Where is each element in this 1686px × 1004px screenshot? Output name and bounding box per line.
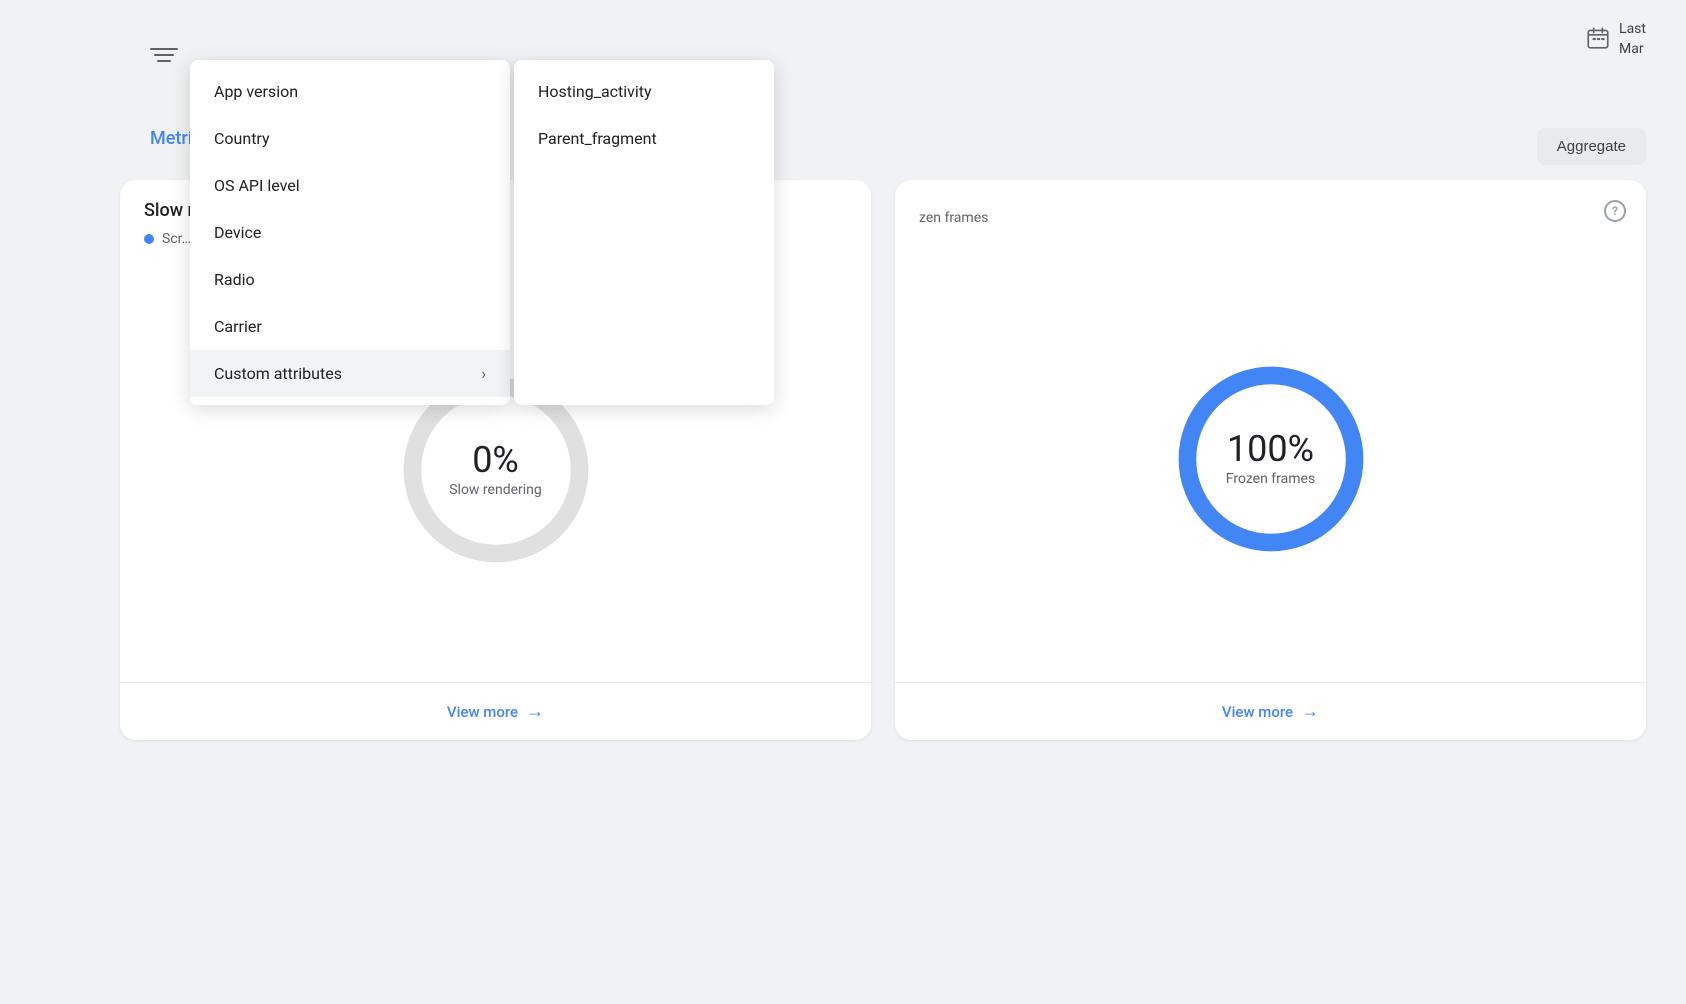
arrow-right-frozen: → (1301, 701, 1319, 722)
calendar-icon (1585, 25, 1611, 55)
filter-icon-button[interactable] (150, 48, 178, 68)
frozen-percent: 100% (1226, 431, 1315, 467)
dropdown-label-os-api-level: OS API level (214, 176, 300, 195)
dropdown-label-country: Country (214, 129, 270, 148)
filter-line-2 (154, 54, 174, 56)
frozen-frames-card: ? zen frames 100% Frozen frames View mor… (895, 180, 1646, 740)
dropdown-item-custom-attributes[interactable]: Custom attributes › (190, 350, 510, 397)
dropdown-primary: App version Country OS API level Device … (190, 60, 510, 405)
subtitle-text-frozen: zen frames (919, 210, 988, 226)
dropdown-item-parent-fragment[interactable]: Parent_fragment (514, 115, 774, 162)
dropdown-item-country[interactable]: Country (190, 115, 510, 162)
frozen-label: Frozen frames (1226, 471, 1315, 487)
arrow-right-slow: → (526, 701, 544, 722)
mar-text: Mar (1619, 40, 1646, 60)
dropdown-item-app-version[interactable]: App version (190, 68, 510, 115)
last-text: Last (1619, 20, 1646, 40)
view-more-frozen-text: View more (1222, 703, 1293, 721)
date-label: Last Mar (1619, 20, 1646, 59)
card-body-frozen: 100% Frozen frames (895, 236, 1646, 682)
subtitle-text-slow: Scr… (162, 231, 191, 247)
donut-center-slow: 0% Slow rendering (449, 442, 542, 498)
question-icon[interactable]: ? (1604, 200, 1626, 222)
dropdown-item-hosting-activity[interactable]: Hosting_activity (514, 68, 774, 115)
dropdown-label-parent-fragment: Parent_fragment (538, 129, 657, 148)
view-more-frozen[interactable]: View more → (919, 701, 1622, 722)
dropdown-item-device[interactable]: Device (190, 209, 510, 256)
card-footer-frozen: View more → (895, 682, 1646, 740)
filter-line-3 (157, 60, 171, 62)
slow-percent: 0% (449, 442, 542, 478)
dropdown-overlay: App version Country OS API level Device … (190, 60, 774, 405)
filter-line-1 (150, 48, 178, 50)
dropdown-secondary: Hosting_activity Parent_fragment (514, 60, 774, 405)
dot-blue-slow (144, 234, 154, 244)
donut-frozen: 100% Frozen frames (1161, 349, 1381, 569)
top-right-area: Last Mar (1585, 20, 1646, 59)
donut-center-frozen: 100% Frozen frames (1226, 431, 1315, 487)
dropdown-item-os-api-level[interactable]: OS API level (190, 162, 510, 209)
view-more-slow[interactable]: View more → (144, 701, 847, 722)
dropdown-item-radio[interactable]: Radio (190, 256, 510, 303)
aggregate-button[interactable]: Aggregate (1537, 128, 1646, 165)
card-subtitle-frozen: zen frames (895, 200, 1646, 236)
dropdown-item-carrier[interactable]: Carrier (190, 303, 510, 350)
view-more-slow-text: View more (447, 703, 518, 721)
slow-label: Slow rendering (449, 482, 542, 498)
card-footer-slow: View more → (120, 682, 871, 740)
dropdown-label-device: Device (214, 223, 261, 242)
chevron-right-icon: › (481, 364, 486, 383)
filter-icon[interactable] (150, 48, 178, 68)
dropdown-label-radio: Radio (214, 270, 255, 289)
dropdown-label-hosting-activity: Hosting_activity (538, 82, 652, 101)
dropdown-label-app-version: App version (214, 82, 298, 101)
dropdown-label-carrier: Carrier (214, 317, 262, 336)
dropdown-label-custom-attributes: Custom attributes (214, 364, 342, 383)
calendar-area: Last Mar (1585, 20, 1646, 59)
